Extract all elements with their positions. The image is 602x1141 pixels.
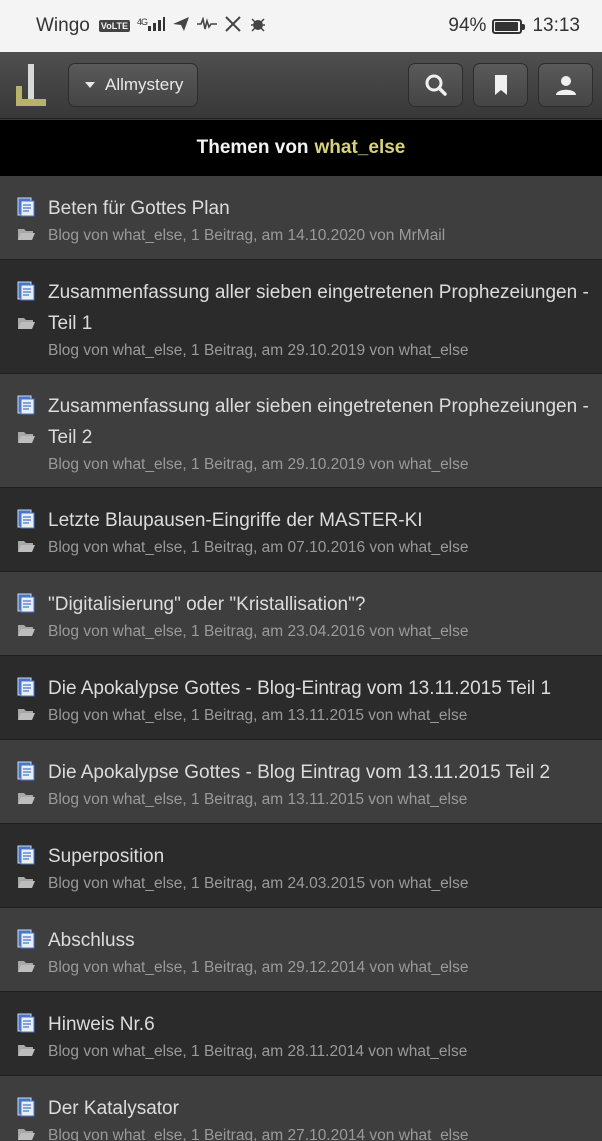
thread-title[interactable]: Die Apokalypse Gottes - Blog-Eintrag vom…	[48, 673, 594, 704]
folder-icon	[18, 229, 35, 240]
folder-icon	[18, 877, 35, 888]
thread-title[interactable]: Zusammenfassung aller sieben eingetreten…	[48, 391, 594, 453]
thread-meta: Blog von what_else, 1 Beitrag, am 29.10.…	[48, 456, 469, 473]
bookmark-button[interactable]	[473, 63, 528, 107]
folder-icon	[18, 432, 35, 443]
thread-meta: Blog von what_else, 1 Beitrag, am 24.03.…	[48, 875, 469, 892]
thread-row[interactable]: Letzte Blaupausen-Eingriffe der MASTER-K…	[0, 488, 602, 572]
thread-row[interactable]: Superposition Blog von what_else, 1 Beitr…	[0, 824, 602, 908]
thread-meta: Blog von what_else, 1 Beitrag, am 07.10.…	[48, 539, 469, 556]
thread-meta: Blog von what_else, 1 Beitrag, am 27.10.…	[48, 1127, 469, 1141]
send-icon	[172, 16, 190, 37]
thread-title[interactable]: Der Katalysator	[48, 1093, 594, 1124]
thread-title[interactable]: Superposition	[48, 841, 594, 872]
thread-row[interactable]: Zusammenfassung aller sieben eingetreten…	[0, 374, 602, 488]
thread-title[interactable]: "Digitalisierung" oder "Kristallisation"…	[48, 589, 594, 620]
battery-level	[495, 21, 518, 31]
thread-row[interactable]: Der Katalysator Blog von what_else, 1 Bei…	[0, 1076, 602, 1141]
thread-row[interactable]: Abschluss Blog von what_else, 1 Beitrag, …	[0, 908, 602, 992]
document-icon	[17, 509, 35, 529]
forum-dropdown-label: Allmystery	[105, 75, 184, 94]
thread-title[interactable]: Abschluss	[48, 925, 594, 956]
document-icon	[17, 845, 35, 865]
document-icon	[17, 281, 35, 301]
thread-list: Beten für Gottes Plan Blog von what_else,…	[0, 176, 602, 1141]
caret-down-icon	[85, 82, 95, 88]
document-icon	[17, 1097, 35, 1117]
thread-title[interactable]: Letzte Blaupausen-Eingriffe der MASTER-K…	[48, 505, 594, 536]
thread-row[interactable]: Beten für Gottes Plan Blog von what_else,…	[0, 176, 602, 260]
page-title-username[interactable]: what_else	[315, 137, 406, 159]
thread-meta: Blog von what_else, 1 Beitrag, am 29.10.…	[48, 342, 469, 359]
forum-dropdown-button[interactable]: Allmystery	[68, 63, 199, 107]
volte-icon: VoLTE	[98, 20, 131, 32]
carrier-label: Wingo	[36, 15, 90, 36]
app-header: Allmystery	[0, 52, 602, 119]
search-icon	[425, 74, 447, 96]
folder-icon	[18, 625, 35, 636]
thread-title[interactable]: Hinweis Nr.6	[48, 1009, 594, 1040]
document-icon	[17, 395, 35, 415]
page-title-prefix: Themen von	[196, 137, 309, 158]
bookmark-icon	[494, 75, 507, 95]
document-icon	[17, 761, 35, 781]
battery-icon	[492, 18, 526, 34]
folder-icon	[18, 1045, 35, 1056]
thread-title[interactable]: Zusammenfassung aller sieben eingetreten…	[48, 277, 594, 339]
folder-icon	[18, 709, 35, 720]
search-button[interactable]	[408, 63, 463, 107]
network-type: 4G	[137, 17, 148, 27]
document-icon	[17, 1013, 35, 1033]
thread-row[interactable]: Die Apokalypse Gottes - Blog Eintrag vom…	[0, 740, 602, 824]
bug-icon	[249, 15, 267, 38]
document-icon	[17, 593, 35, 613]
folder-icon	[18, 793, 35, 804]
thread-meta: Blog von what_else, 1 Beitrag, am 14.10.…	[48, 227, 446, 244]
thread-row[interactable]: Die Apokalypse Gottes - Blog-Eintrag vom…	[0, 656, 602, 740]
thread-row[interactable]: Zusammenfassung aller sieben eingetreten…	[0, 260, 602, 374]
document-icon	[17, 677, 35, 697]
folder-icon	[18, 1129, 35, 1140]
folder-icon	[18, 961, 35, 972]
clock: 13:13	[532, 15, 580, 36]
thread-title[interactable]: Beten für Gottes Plan	[48, 193, 594, 224]
signal-icon: 4G	[137, 17, 166, 35]
user-button[interactable]	[538, 63, 593, 107]
thread-title[interactable]: Die Apokalypse Gottes - Blog Eintrag vom…	[48, 757, 594, 788]
x-icon	[224, 15, 242, 37]
document-icon	[17, 929, 35, 949]
thread-row[interactable]: Hinweis Nr.6 Blog von what_else, 1 Beitra…	[0, 992, 602, 1076]
status-bar: Wingo VoLTE 4G 94% 13:13	[0, 0, 602, 52]
folder-icon	[18, 318, 35, 329]
thread-meta: Blog von what_else, 1 Beitrag, am 23.04.…	[48, 623, 469, 640]
document-icon	[17, 197, 35, 217]
thread-meta: Blog von what_else, 1 Beitrag, am 29.12.…	[48, 959, 469, 976]
folder-icon	[18, 541, 35, 552]
wave-icon	[197, 16, 218, 36]
thread-meta: Blog von what_else, 1 Beitrag, am 13.11.…	[48, 707, 468, 724]
thread-row[interactable]: "Digitalisierung" oder "Kristallisation"…	[0, 572, 602, 656]
battery-percent: 94%	[448, 15, 487, 36]
user-icon	[555, 76, 576, 95]
page-title: Themen von what_else	[0, 120, 602, 176]
thread-meta: Blog von what_else, 1 Beitrag, am 13.11.…	[48, 791, 468, 808]
allmystery-logo-icon[interactable]	[16, 64, 46, 106]
thread-meta: Blog von what_else, 1 Beitrag, am 28.11.…	[48, 1043, 468, 1060]
